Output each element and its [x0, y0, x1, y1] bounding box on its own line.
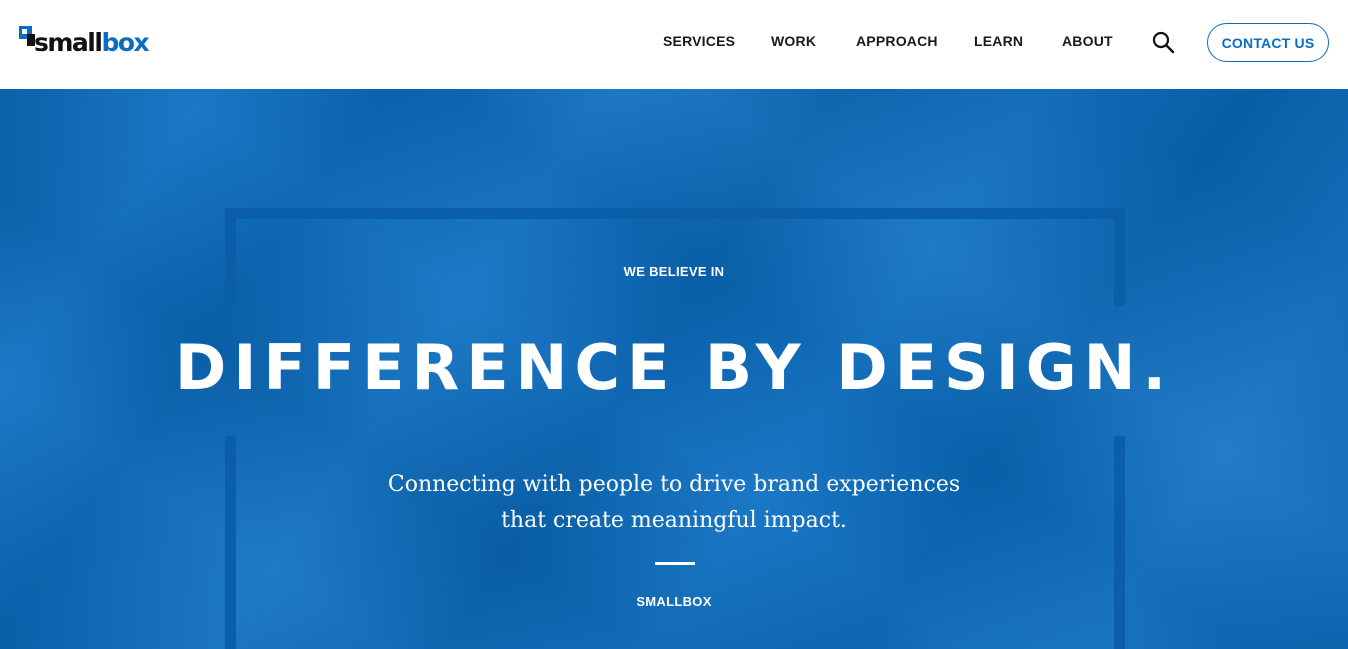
hero-divider [655, 562, 695, 565]
logo-wordmark: smallbox [34, 28, 150, 57]
nav-learn[interactable]: LEARN [974, 33, 1023, 49]
search-icon [1152, 31, 1175, 54]
hero-frame-right-lower [1114, 436, 1125, 649]
hero-section: WE BELIEVE IN DIFFERENCE BY DESIGN. Conn… [0, 89, 1348, 649]
nav-services[interactable]: SERVICES [663, 33, 735, 49]
nav-about[interactable]: ABOUT [1062, 33, 1113, 49]
logo-mark-icon [19, 26, 35, 46]
hero-eyebrow: WE BELIEVE IN [623, 264, 725, 279]
hero-frame-left-upper [225, 208, 236, 306]
nav-work[interactable]: WORK [771, 33, 816, 49]
search-button[interactable] [1151, 30, 1175, 54]
hero-signature: SMALLBOX [636, 594, 712, 609]
hero-headline: DIFFERENCE BY DESIGN. [174, 331, 1174, 404]
contact-us-button[interactable]: CONTACT US [1207, 23, 1329, 62]
hero-tagline: Connecting with people to drive brand ex… [387, 472, 961, 533]
hero-frame-right-upper [1114, 208, 1125, 306]
nav-approach[interactable]: APPROACH [856, 33, 938, 49]
site-header: smallbox SERVICES WORK APPROACH LEARN AB… [0, 0, 1348, 89]
smallbox-logo[interactable]: smallbox [19, 26, 150, 58]
hero-frame-left-lower [225, 436, 236, 649]
hero-frame-top [225, 208, 1125, 219]
